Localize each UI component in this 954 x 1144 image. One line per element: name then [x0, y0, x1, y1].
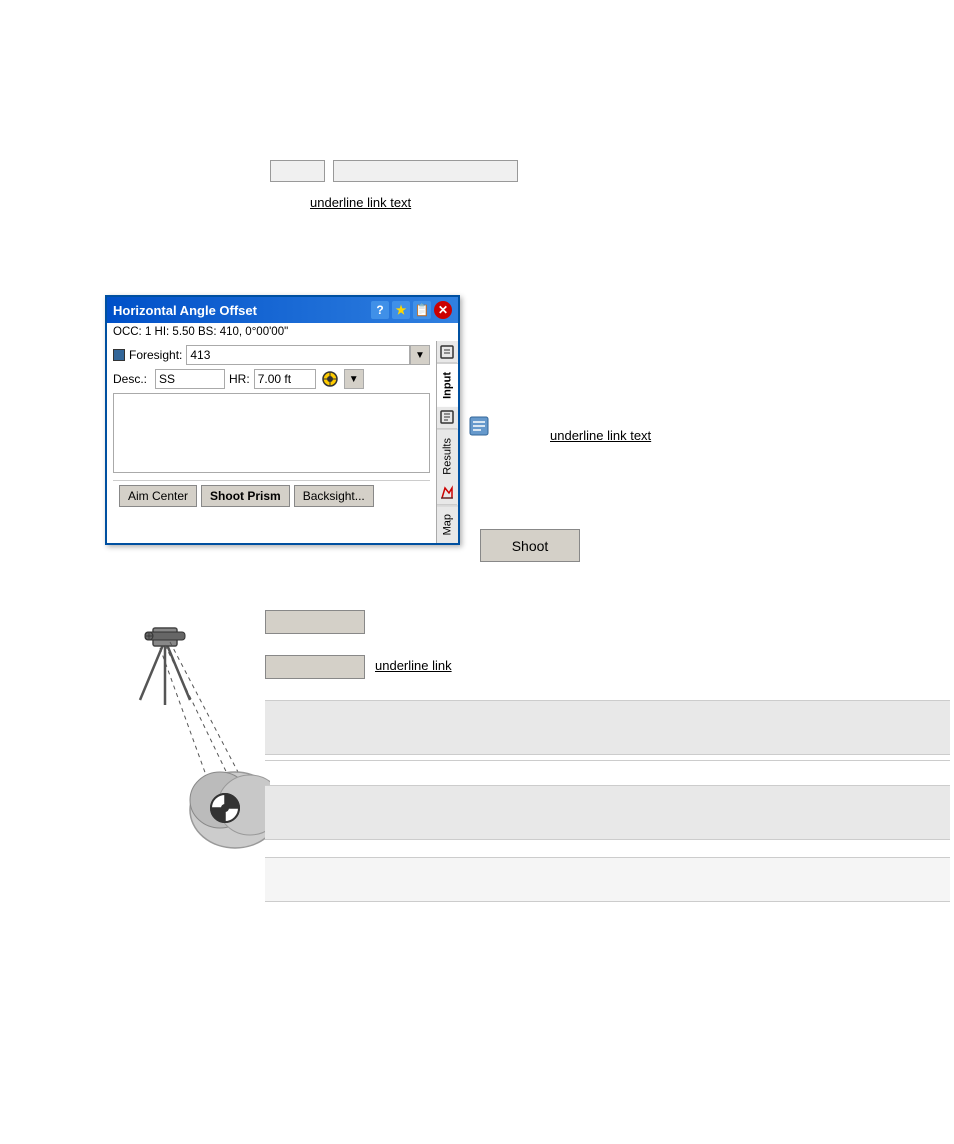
dialog-body: Foresight: ▼ Desc.: HR: ▼	[107, 341, 458, 543]
foresight-input[interactable]	[186, 345, 410, 365]
desc-input[interactable]	[155, 369, 225, 389]
dialog-side-tabs: Input Results Map	[436, 341, 458, 543]
star-icon[interactable]: ★	[392, 301, 410, 319]
shoot-button-area: Shoot	[480, 529, 580, 562]
hr-dropdown[interactable]: ▼	[344, 369, 364, 389]
below-button-2[interactable]	[265, 655, 365, 679]
close-icon[interactable]: ✕	[434, 301, 452, 319]
dialog-buttons: Aim Center Shoot Prism Backsight...	[113, 480, 430, 511]
below-link[interactable]: underline link	[375, 658, 452, 673]
dialog-textarea[interactable]	[113, 393, 430, 473]
right-panel-icon[interactable]	[468, 415, 490, 440]
tab-input[interactable]: Input	[437, 363, 458, 407]
aim-center-button[interactable]: Aim Center	[119, 485, 197, 507]
tab-results-icon[interactable]	[437, 407, 457, 429]
target-icon[interactable]	[320, 369, 340, 389]
gray-block-3	[265, 857, 950, 902]
horizontal-angle-offset-dialog: Horizontal Angle Offset ? ★ 📋 ✕ OCC: 1 H…	[105, 295, 460, 545]
foresight-dropdown[interactable]: ▼	[410, 345, 430, 365]
top-small-box	[270, 160, 325, 182]
top-area	[270, 160, 518, 182]
survey-illustration	[95, 590, 270, 870]
copy-icon[interactable]: 📋	[413, 301, 431, 319]
backsight-button[interactable]: Backsight...	[294, 485, 374, 507]
dialog-title: Horizontal Angle Offset	[113, 303, 371, 318]
foresight-label: Foresight:	[129, 348, 182, 362]
foresight-row: Foresight: ▼	[113, 345, 430, 365]
hr-input[interactable]	[254, 369, 316, 389]
help-icon[interactable]: ?	[371, 301, 389, 319]
foresight-checkbox[interactable]	[113, 349, 125, 361]
gray-block-1	[265, 700, 950, 755]
tab-top-icon[interactable]	[437, 341, 457, 363]
dialog-main-panel: Foresight: ▼ Desc.: HR: ▼	[107, 341, 436, 543]
tab-map[interactable]: Map	[437, 505, 458, 543]
tab-map-icon[interactable]	[437, 483, 457, 505]
tab-results[interactable]: Results	[437, 429, 458, 483]
gray-divider	[265, 760, 950, 761]
shoot-prism-button[interactable]: Shoot Prism	[201, 485, 290, 507]
desc-row: Desc.: HR: ▼	[113, 369, 430, 389]
dialog-info-line: OCC: 1 HI: 5.50 BS: 410, 0°00'00"	[107, 323, 458, 341]
dialog-titlebar: Horizontal Angle Offset ? ★ 📋 ✕	[107, 297, 458, 323]
hr-label: HR:	[229, 372, 250, 386]
right-link[interactable]: underline link text	[550, 428, 651, 443]
shoot-button[interactable]: Shoot	[480, 529, 580, 562]
below-button-1[interactable]	[265, 610, 365, 634]
top-link[interactable]: underline link text	[310, 195, 411, 210]
top-medium-box	[333, 160, 518, 182]
gray-block-2	[265, 785, 950, 840]
dialog-title-icons: ? ★ 📋 ✕	[371, 301, 452, 319]
desc-label: Desc.:	[113, 372, 147, 386]
